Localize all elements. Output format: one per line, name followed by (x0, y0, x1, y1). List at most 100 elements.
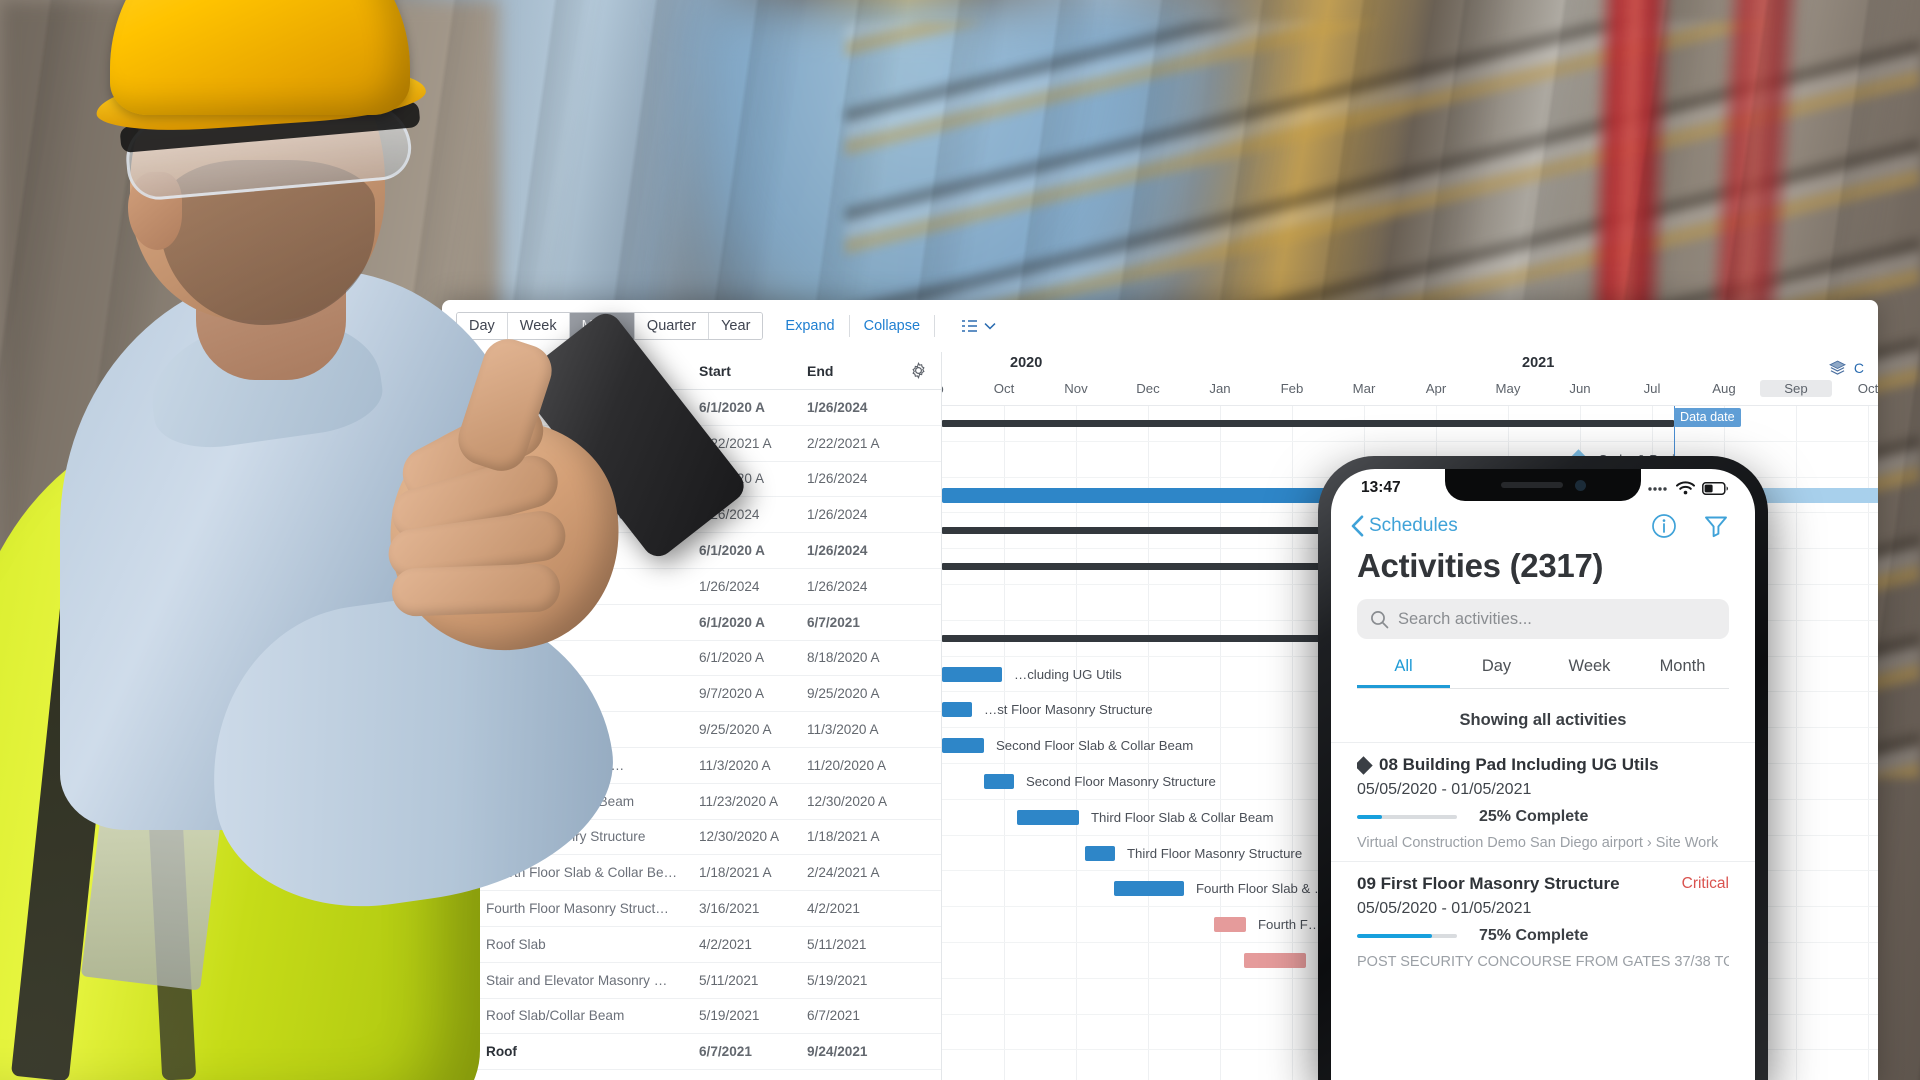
gantt-bar[interactable] (942, 666, 1002, 682)
timeline-month-label: Jul (1643, 381, 1661, 396)
milestone-diamond-icon (1357, 755, 1373, 775)
row-end-date: 5/11/2021 (807, 936, 867, 952)
gantt-bar-label: …cluding UG Utils (1014, 666, 1122, 682)
row-start-date: 12/30/2020 A (699, 829, 780, 845)
gantt-bar[interactable] (984, 774, 1014, 789)
gantt-bar[interactable] (1244, 953, 1306, 968)
gantt-bar-label: …st Floor Masonry Structure (984, 702, 1153, 718)
list-item[interactable]: 09 First Floor Masonry Structure Critical… (1331, 861, 1755, 980)
list-item[interactable]: 08 Building Pad Including UG Utils 05/05/… (1331, 742, 1755, 861)
front-camera (1574, 479, 1586, 491)
back-to-schedules-button[interactable]: Schedules (1351, 515, 1458, 537)
row-end-date: 1/26/2024 (807, 507, 868, 523)
gantt-bar[interactable] (1214, 917, 1246, 933)
row-end-date: 11/20/2020 A (807, 757, 887, 773)
row-start-date: 6/1/2020 A (699, 650, 765, 666)
timeline-month-label: Sep (942, 381, 968, 396)
search-icon (1370, 610, 1389, 629)
wifi-icon (1676, 481, 1695, 495)
progress-bar-fill (1357, 934, 1432, 938)
timeline-row-divider (942, 440, 1878, 442)
layers-icon (1828, 360, 1847, 376)
gantt-bar[interactable] (1017, 809, 1079, 825)
list-item-path: POST SECURITY CONCOURSE FROM GATES 37/38… (1357, 954, 1729, 970)
timeline-month-label: Mar (1352, 381, 1376, 396)
row-start-date: 4/2/2021 (699, 936, 752, 952)
worker-finger-4 (391, 563, 561, 617)
gantt-bar-label: Third Floor Masonry Structure (1127, 845, 1303, 861)
row-start-date: 6/1/2020 A (699, 399, 766, 415)
phone-page-title: Activities (2317) (1357, 547, 1604, 584)
list-item-title: 08 Building Pad Including UG Utils (1357, 755, 1659, 775)
list-item-header: 09 First Floor Masonry Structure Critical (1357, 874, 1729, 894)
toolbar-divider-2 (934, 315, 936, 337)
search-input-placeholder: Search activities... (1398, 609, 1532, 628)
phone-filter-tabs: All Day Week Month (1357, 657, 1729, 689)
row-end-date: 6/7/2021 (807, 1008, 860, 1024)
row-end-date: 1/26/2024 (807, 543, 868, 559)
timeline-month-label: Oct (1857, 381, 1878, 396)
progress-bar (1357, 815, 1457, 819)
info-circle-icon[interactable] (1651, 513, 1677, 539)
tab-week[interactable]: Week (1543, 657, 1636, 688)
layers-button-label: C (1853, 360, 1864, 376)
status-indicators (1647, 481, 1729, 495)
column-header-start: Start (699, 362, 731, 379)
timeline-month-label: Apr (1425, 381, 1447, 396)
gantt-bar[interactable] (942, 420, 1674, 427)
gantt-bar[interactable] (1114, 881, 1184, 897)
row-end-date: 6/7/2021 (807, 614, 860, 630)
gantt-bar[interactable] (942, 702, 972, 718)
timeline-month-label: Jan (1209, 381, 1231, 396)
row-end-date: 4/2/2021 (807, 901, 860, 917)
tab-day[interactable]: Day (1450, 657, 1543, 688)
sort-list-icon (961, 318, 979, 334)
row-start-date: 3/16/2021 (699, 901, 760, 917)
expand-button[interactable]: Expand (785, 318, 834, 334)
timeline-month-label: Dec (1136, 381, 1160, 396)
timeline-month-label: Feb (1280, 381, 1304, 396)
critical-badge: Critical (1681, 875, 1729, 892)
list-item-header: 08 Building Pad Including UG Utils (1357, 755, 1729, 775)
search-input[interactable]: Search activities... (1357, 599, 1729, 639)
back-button-label: Schedules (1369, 515, 1458, 536)
collapse-button[interactable]: Collapse (864, 318, 920, 334)
row-end-date: 12/30/2020 A (807, 793, 888, 809)
worker-photo-foreground (0, 0, 751, 1080)
gantt-bar[interactable] (942, 738, 984, 754)
timeline-month-row: Sep Oct Nov Dec Jan Feb Mar Apr May Jun Jul Aug Sep O… (942, 378, 1878, 406)
phone-screen: 13:47 Schedules Activities (2317) Search… (1331, 469, 1755, 1080)
layers-button[interactable]: C (1828, 360, 1864, 376)
filter-funnel-icon[interactable] (1703, 513, 1729, 539)
row-start-date: 6/7/2021 (699, 1044, 752, 1060)
phone-nav-bar: Schedules (1331, 503, 1755, 541)
list-item-dates: 05/05/2020 - 01/05/2021 (1357, 781, 1532, 798)
timeline-month-label: Aug (1712, 381, 1736, 396)
timeline-month-label: Jun (1569, 381, 1591, 396)
phone-mockup: 13:47 Schedules Activities (2317) Search… (1318, 456, 1768, 1080)
row-end-date: 2/24/2021 A (807, 865, 880, 881)
tab-all[interactable]: All (1357, 657, 1450, 688)
row-end-date: 11/3/2020 A (807, 722, 879, 738)
sort-options-button[interactable] (961, 318, 996, 334)
column-header-end: End (807, 362, 834, 379)
table-settings-button[interactable] (905, 362, 931, 379)
timeline-year-label: 2020 (1010, 355, 1043, 371)
earpiece-speaker (1500, 482, 1563, 488)
row-end-date: 1/26/2024 (807, 471, 868, 487)
chevron-left-icon (1351, 515, 1364, 537)
progress-label: 25% Complete (1479, 808, 1589, 825)
row-start-date: 11/23/2020 A (699, 793, 779, 809)
row-start-date: 6/1/2020 A (699, 543, 766, 559)
timeline-month-label: Oct (993, 381, 1015, 396)
gantt-bar[interactable] (1085, 845, 1115, 861)
row-end-date: 1/26/2024 (807, 578, 868, 594)
zoom-year-button[interactable]: Year (709, 313, 763, 339)
tab-month[interactable]: Month (1636, 657, 1729, 688)
timeline-year-row: 2020 2021 (942, 352, 1878, 378)
row-start-date: 1/18/2021 A (699, 865, 772, 881)
timeline-year-label: 2021 (1522, 355, 1555, 371)
row-start-date: 5/11/2021 (699, 972, 759, 988)
data-date-tag: Data date (1674, 408, 1741, 427)
list-item-dates: 05/05/2020 - 01/05/2021 (1357, 900, 1532, 917)
